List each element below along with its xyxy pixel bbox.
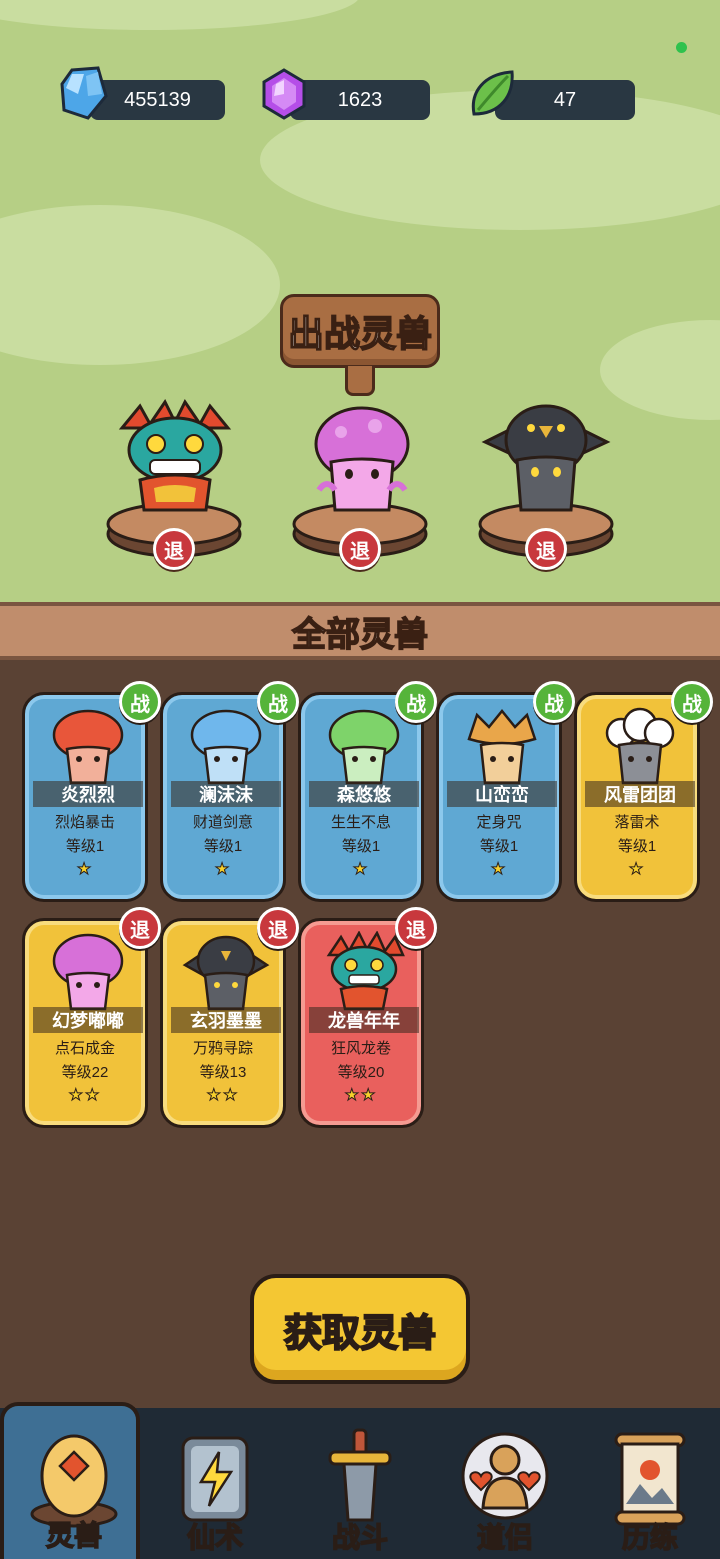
beast-skill: 狂风龙卷 [330, 1040, 391, 1057]
beast-stars: ★ [628, 861, 646, 879]
beast-skill: 点石成金 [54, 1040, 115, 1057]
gem-counter: 1623 [290, 80, 430, 120]
deploy-area: 455139 1623 47 出战灵兽 退 退 退 [0, 0, 720, 602]
dragon-beast-figure[interactable] [110, 398, 240, 523]
retreat-badge[interactable]: 退 [395, 907, 437, 949]
nav-label: 历练 [621, 1521, 679, 1554]
crystal-counter: 455139 [90, 80, 225, 120]
beast-name: 澜沫沫 [171, 781, 281, 807]
crow-mushroom-figure[interactable] [481, 398, 611, 523]
beast-level: 等级1 [617, 838, 657, 855]
cloud-decoration [600, 320, 720, 420]
beast-card[interactable]: 山峦峦 定身咒 等级1 ★ 战 [436, 681, 575, 902]
leaf-count: 47 [553, 88, 577, 111]
beast-skill: 定身咒 [476, 814, 522, 831]
beast-card[interactable]: 幻梦嘟嘟 点石成金 等级22 ★★ 退 [22, 907, 161, 1128]
dragon-beast-icon [326, 931, 405, 1011]
all-beasts-banner: 全部灵兽 [0, 602, 720, 660]
retreat-button[interactable]: 退 [153, 528, 195, 570]
green-mushroom-icon [328, 709, 400, 785]
nav-tab-battle[interactable]: 战斗 [290, 1408, 430, 1559]
cloud-decoration [0, 205, 280, 365]
beast-name: 风雷团团 [585, 781, 695, 807]
beast-name: 山峦峦 [447, 781, 557, 807]
beast-stars: ★ [352, 861, 370, 879]
nav-label: 灵兽 [45, 1519, 103, 1552]
beast-card[interactable]: 龙兽年年 狂风龙卷 等级20 ★★ 退 [298, 907, 437, 1128]
sign-post [345, 366, 375, 396]
purple-gem-icon [262, 68, 306, 120]
beast-level: 等级1 [479, 838, 519, 855]
blue-mushroom-icon [190, 709, 262, 785]
nav-label: 战斗 [331, 1521, 389, 1554]
retreat-button[interactable]: 退 [525, 528, 567, 570]
beast-stars: ★ [214, 861, 232, 879]
beast-stars: ★★ [206, 1087, 240, 1105]
beast-level: 等级13 [199, 1064, 247, 1081]
beast-level: 等级1 [203, 838, 243, 855]
cloud-decoration [0, 0, 360, 30]
beast-card[interactable]: 风雷团团 落雷术 等级1 ★ 战 [574, 681, 713, 902]
beast-level: 等级1 [65, 838, 105, 855]
beast-stars: ★★ [68, 1087, 102, 1105]
beast-stars: ★ [490, 861, 508, 879]
cloud-mushroom-icon [605, 707, 675, 785]
obtain-beast-button[interactable]: 获取灵兽 [250, 1274, 470, 1384]
orange-mushroom-icon [467, 709, 537, 785]
beast-card[interactable]: 澜沫沫 财道剑意 等级1 ★ 战 [160, 681, 299, 902]
beast-name: 玄羽墨墨 [171, 1007, 281, 1033]
beast-card[interactable]: 森悠悠 生生不息 等级1 ★ 战 [298, 681, 437, 902]
red-mushroom-icon [52, 709, 124, 785]
retreat-button[interactable]: 退 [339, 528, 381, 570]
deployed-beasts-sign: 出战灵兽 [280, 294, 440, 368]
online-indicator [676, 42, 687, 53]
beast-level: 等级20 [337, 1064, 385, 1081]
nav-tab-beasts[interactable]: 灵兽 [0, 1402, 140, 1559]
deploy-badge[interactable]: 战 [533, 681, 575, 723]
beast-stars: ★★ [344, 1087, 378, 1105]
pink-mushroom-icon [52, 933, 124, 1011]
bottom-nav: 灵兽 仙术 战斗 道侣 历练 [0, 1402, 720, 1559]
deploy-badge[interactable]: 战 [395, 681, 437, 723]
beast-skill: 落雷术 [614, 814, 660, 831]
pink-mushroom-figure[interactable] [297, 398, 427, 523]
beast-level: 等级1 [341, 838, 381, 855]
beast-name: 森悠悠 [309, 781, 419, 807]
retreat-badge[interactable]: 退 [257, 907, 299, 949]
gem-count: 1623 [337, 88, 383, 111]
nav-label: 道侣 [476, 1521, 534, 1554]
beast-card[interactable]: 炎烈烈 烈焰暴击 等级1 ★ 战 [22, 681, 161, 902]
nav-label: 仙术 [186, 1521, 244, 1554]
nav-tab-companion[interactable]: 道侣 [435, 1408, 575, 1559]
blue-crystal-icon [60, 66, 108, 120]
beast-name: 幻梦嘟嘟 [33, 1007, 143, 1033]
deploy-badge[interactable]: 战 [257, 681, 299, 723]
crystal-count: 455139 [124, 88, 191, 111]
green-leaf-icon [471, 70, 514, 116]
beast-stars: ★ [76, 861, 94, 879]
retreat-badge[interactable]: 退 [119, 907, 161, 949]
beast-level: 等级22 [61, 1064, 109, 1081]
beast-skill: 生生不息 [330, 814, 391, 831]
beast-name: 炎烈烈 [33, 781, 143, 807]
nav-tab-training[interactable]: 历练 [580, 1408, 720, 1559]
beast-card[interactable]: 玄羽墨墨 万鸦寻踪 等级13 ★★ 退 [160, 907, 299, 1128]
deploy-badge[interactable]: 战 [119, 681, 161, 723]
deploy-badge[interactable]: 战 [671, 681, 713, 723]
beast-skill: 财道剑意 [192, 814, 253, 831]
beast-name: 龙兽年年 [309, 1007, 419, 1033]
nav-tab-spells[interactable]: 仙术 [145, 1408, 285, 1559]
crow-mushroom-icon [182, 935, 270, 1011]
beast-skill: 烈焰暴击 [54, 814, 115, 831]
beast-skill: 万鸦寻踪 [192, 1040, 253, 1057]
